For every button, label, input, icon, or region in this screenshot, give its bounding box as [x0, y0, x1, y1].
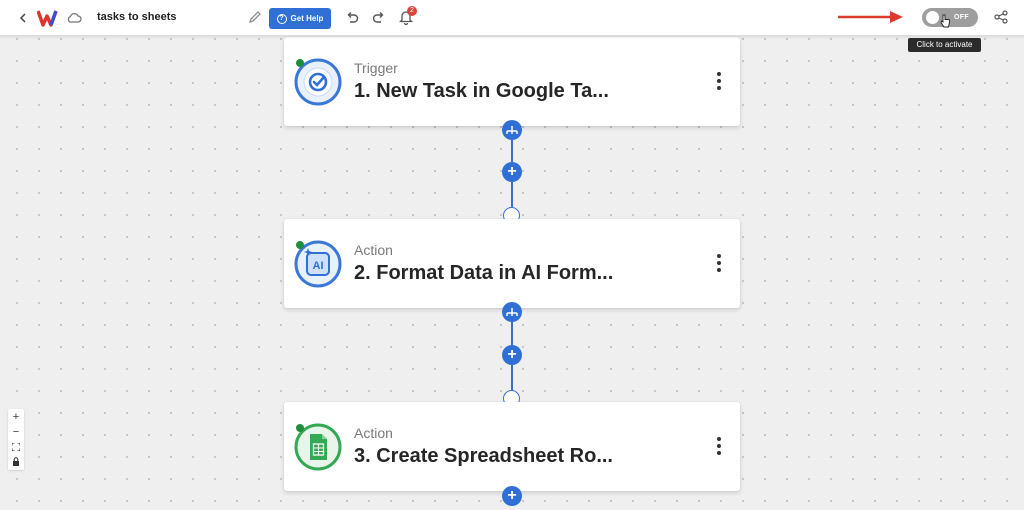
zoom-out-icon[interactable]: − — [8, 424, 24, 439]
toggle-state-label: OFF — [954, 14, 969, 21]
connector-line — [511, 365, 513, 391]
notification-badge: 2 — [407, 6, 417, 16]
merge-icon — [506, 126, 518, 134]
branch-node[interactable] — [502, 120, 522, 140]
zoom-in-icon[interactable]: + — [8, 409, 24, 424]
hand-cursor-icon — [940, 14, 950, 28]
share-icon[interactable] — [994, 10, 1008, 24]
activate-toggle[interactable]: OFF — [922, 8, 978, 27]
get-help-button[interactable]: ? Get Help — [269, 8, 331, 29]
merge-icon — [506, 308, 518, 316]
undo-icon[interactable] — [345, 11, 359, 25]
more-options-icon[interactable] — [717, 437, 721, 455]
step-kind: Action — [354, 425, 393, 441]
status-dot — [296, 241, 304, 249]
more-options-icon[interactable] — [717, 254, 721, 272]
workflow-step-1[interactable]: Trigger 1. New Task in Google Ta... — [284, 37, 740, 126]
connector-line — [511, 140, 513, 163]
back-button[interactable] — [14, 9, 32, 27]
edit-icon[interactable] — [248, 10, 262, 24]
connector-line — [511, 322, 513, 346]
get-help-label: Get Help — [290, 14, 324, 23]
question-icon: ? — [276, 13, 287, 24]
add-step-button[interactable]: + — [502, 486, 522, 506]
step-kind: Trigger — [354, 60, 398, 76]
add-step-button[interactable]: + — [502, 345, 522, 365]
workflow-step-2[interactable]: AI Action 2. Format Data in AI Form... — [284, 219, 740, 308]
fit-view-icon[interactable] — [8, 439, 24, 454]
chevron-left-icon — [19, 13, 26, 23]
branch-node[interactable] — [502, 302, 522, 322]
toggle-knob — [926, 11, 939, 24]
step-name: 3. Create Spreadsheet Ro... — [354, 445, 613, 467]
step-name: 2. Format Data in AI Form... — [354, 262, 614, 284]
lock-icon[interactable] — [8, 454, 24, 469]
add-step-button[interactable]: + — [502, 162, 522, 182]
cloud-icon — [67, 12, 82, 23]
activate-tooltip: Click to activate — [908, 38, 981, 52]
red-arrow-annotation — [838, 11, 903, 23]
status-dot — [296, 59, 304, 67]
zoom-controls: + − — [8, 409, 24, 470]
app-logo — [37, 10, 58, 27]
redo-icon[interactable] — [372, 11, 386, 25]
connector-line — [511, 182, 513, 208]
top-bar: tasks to sheets ? Get Help 2 OFF — [0, 0, 1024, 36]
step-kind: Action — [354, 242, 393, 258]
status-dot — [296, 424, 304, 432]
workflow-title[interactable]: tasks to sheets — [97, 11, 176, 23]
workflow-step-3[interactable]: Action 3. Create Spreadsheet Ro... — [284, 402, 740, 491]
step-name: 1. New Task in Google Ta... — [354, 80, 609, 102]
more-options-icon[interactable] — [717, 72, 721, 90]
svg-text:AI: AI — [313, 260, 324, 272]
